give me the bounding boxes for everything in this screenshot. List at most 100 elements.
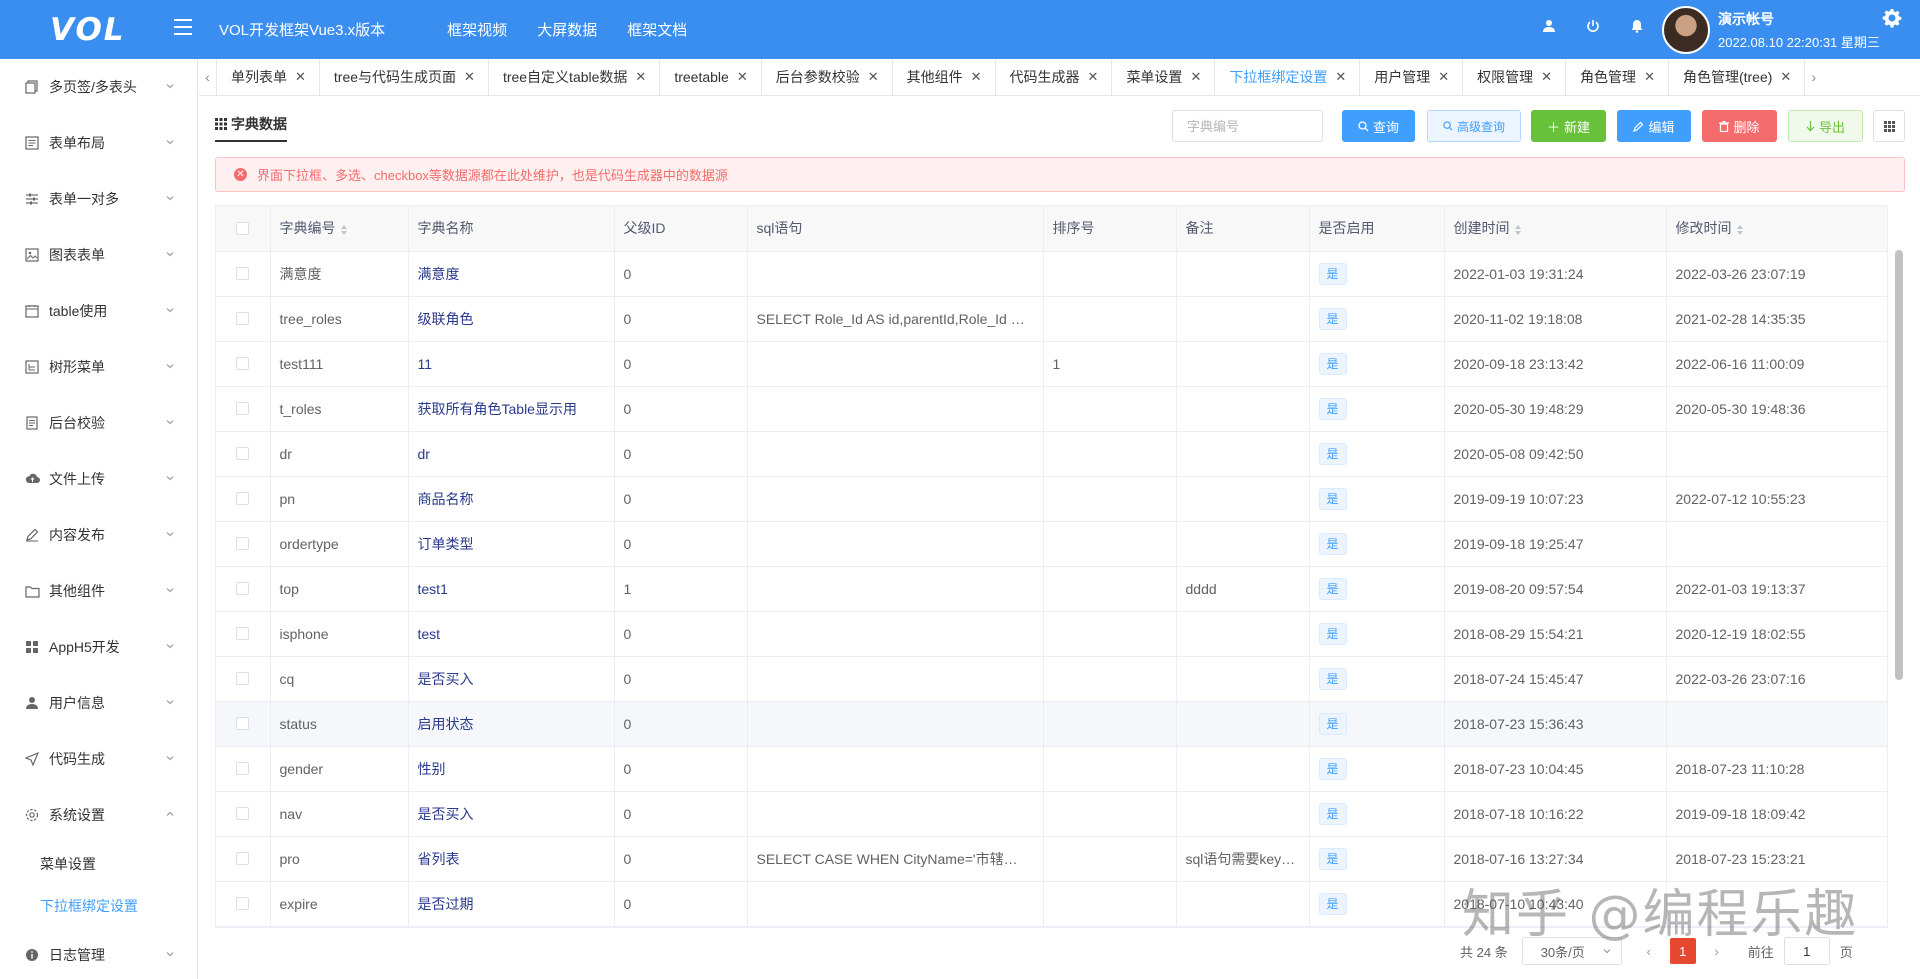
sidebar-item-backend-validation[interactable]: 后台校验 — [0, 395, 197, 451]
table-row[interactable]: top test1 1 dddd 是 2019-08-20 09:57:54 2022-01… — [216, 566, 1887, 612]
sidebar-subitem-dropdown-binding[interactable]: 下拉框绑定设置 — [0, 885, 197, 927]
table-row[interactable]: nav 是否买入 0 是 2018-07-18 10:16:22 2019-09-18 1… — [216, 791, 1887, 837]
sidebar-item-file-upload[interactable]: 文件上传 — [0, 451, 197, 507]
close-icon[interactable]: ✕ — [971, 69, 982, 85]
tab-role-management[interactable]: 角色管理 ✕ — [1566, 59, 1669, 95]
gear-icon[interactable] — [1882, 8, 1902, 31]
next-page-icon[interactable]: › — [1704, 944, 1730, 959]
row-checkbox[interactable] — [236, 402, 250, 415]
power-icon[interactable] — [1585, 18, 1601, 34]
close-icon[interactable]: ✕ — [868, 69, 879, 85]
prev-page-icon[interactable]: ‹ — [1636, 944, 1662, 959]
tab-menu-settings[interactable]: 菜单设置 ✕ — [1112, 59, 1216, 95]
user-icon[interactable] — [1541, 18, 1557, 34]
sidebar-item-content-publish[interactable]: 内容发布 — [0, 507, 197, 563]
tab-treetable[interactable]: treetable ✕ — [660, 59, 762, 95]
sidebar-item-chart-form[interactable]: 图表表单 — [0, 227, 197, 283]
advanced-query-button[interactable]: 高级查询 — [1427, 110, 1521, 142]
table-row[interactable]: pn 商品名称 0 是 2019-09-19 10:07:23 2022-07-12 10… — [216, 476, 1887, 522]
table-row[interactable]: dr dr 0 是 2020-05-08 09:42:50 — [216, 431, 1887, 477]
edit-button[interactable]: 编辑 — [1617, 110, 1691, 142]
dict-code-search-input[interactable] — [1172, 110, 1323, 142]
tab-scroll-left-icon[interactable]: ‹ — [199, 59, 216, 95]
row-checkbox[interactable] — [236, 312, 250, 325]
sidebar-item-tree-menu[interactable]: 树形菜单 — [0, 339, 197, 395]
close-icon[interactable]: ✕ — [1088, 69, 1099, 85]
row-checkbox[interactable] — [236, 267, 250, 280]
sidebar-subitem-menu-settings[interactable]: 菜单设置 — [0, 843, 197, 885]
close-icon[interactable]: ✕ — [464, 69, 475, 85]
row-checkbox[interactable] — [236, 852, 250, 865]
tab-code-generator[interactable]: 代码生成器 ✕ — [996, 59, 1113, 95]
row-checkbox[interactable] — [236, 582, 250, 595]
table-row[interactable]: cq 是否买入 0 是 2018-07-24 15:45:47 2022-03-26 23… — [216, 656, 1887, 702]
row-checkbox[interactable] — [236, 537, 250, 550]
sidebar-item-code-gen[interactable]: 代码生成 — [0, 731, 197, 787]
tab-permission-management[interactable]: 权限管理 ✕ — [1463, 59, 1567, 95]
table-scrollbar[interactable] — [1895, 250, 1903, 680]
table-row[interactable]: 满意度 满意度 0 是 2022-01-03 19:31:24 2022-03-26 23… — [216, 251, 1887, 297]
sidebar-item-multitab[interactable]: 多页签/多表头 — [0, 59, 197, 115]
tab-tree-custom-table[interactable]: tree自定义table数据 ✕ — [489, 59, 661, 95]
select-all-checkbox[interactable] — [236, 221, 250, 235]
tab-dropdown-binding[interactable]: 下拉框绑定设置 ✕ — [1215, 59, 1361, 95]
menu-toggle-icon[interactable] — [174, 19, 192, 35]
page-number-current[interactable]: 1 — [1669, 938, 1696, 964]
sidebar-item-form-layout[interactable]: 表单布局 — [0, 115, 197, 171]
column-header[interactable]: 修改时间 — [1666, 206, 1887, 252]
close-icon[interactable]: ✕ — [1780, 69, 1791, 85]
sort-icon[interactable] — [340, 224, 348, 236]
close-icon[interactable]: ✕ — [635, 69, 646, 85]
table-row[interactable]: isphone test 0 是 2018-08-29 15:54:21 2020-12-… — [216, 611, 1887, 657]
sidebar-item-log-management[interactable]: 日志管理 — [0, 927, 197, 979]
new-button[interactable]: ＋ 新建 — [1531, 110, 1606, 142]
tab-tree-codegen[interactable]: tree与代码生成页面 ✕ — [320, 59, 489, 95]
nav-link-docs[interactable]: 框架文档 — [627, 19, 687, 40]
table-row[interactable]: gender 性别 0 是 2018-07-23 10:04:45 2018-07-23 … — [216, 746, 1887, 792]
goto-page-input[interactable] — [1783, 937, 1830, 965]
close-icon[interactable]: ✕ — [1190, 69, 1201, 85]
bell-icon[interactable] — [1629, 18, 1645, 34]
sidebar-item-system-settings[interactable]: 系统设置 — [0, 787, 197, 843]
row-checkbox[interactable] — [236, 627, 250, 640]
sidebar-item-table-usage[interactable]: table使用 — [0, 283, 197, 339]
tab-role-management-tree[interactable]: 角色管理(tree) ✕ — [1669, 59, 1806, 95]
table-row[interactable]: t_roles 获取所有角色Table显示用 0 是 2020-05-30 19:48:… — [216, 386, 1887, 432]
row-checkbox[interactable] — [236, 762, 250, 775]
user-area[interactable]: 演示帐号 2022.08.10 22:20:31 星期三 — [1662, 6, 1880, 54]
close-icon[interactable]: ✕ — [1438, 69, 1449, 85]
tab-user-management[interactable]: 用户管理 ✕ — [1360, 59, 1464, 95]
sidebar-item-other-components[interactable]: 其他组件 — [0, 563, 197, 619]
page-size-select[interactable]: 30条/页 — [1521, 937, 1622, 965]
tab-scroll-right-icon[interactable]: › — [1805, 59, 1822, 95]
tab-single-form[interactable]: 单列表单 ✕ — [216, 59, 320, 95]
row-checkbox[interactable] — [236, 357, 250, 370]
table-row[interactable]: tree_roles 级联角色 0 SELECT Role_Id AS id,pare… — [216, 296, 1887, 342]
export-button[interactable]: 导出 — [1788, 110, 1863, 142]
close-icon[interactable]: ✕ — [1541, 69, 1552, 85]
avatar[interactable] — [1662, 6, 1710, 54]
tab-other-components[interactable]: 其他组件 ✕ — [893, 59, 996, 95]
close-icon[interactable]: ✕ — [295, 69, 306, 85]
close-icon[interactable]: ✕ — [1335, 69, 1346, 85]
column-header[interactable]: 字典编号 — [270, 206, 409, 252]
sort-icon[interactable] — [1514, 224, 1522, 236]
table-row[interactable]: test111 11 0 1 是 2020-09-18 23:13:42 2022-06-1… — [216, 341, 1887, 387]
sidebar-item-user-info[interactable]: 用户信息 — [0, 675, 197, 731]
row-checkbox[interactable] — [236, 897, 250, 910]
table-row[interactable]: status 启用状态 0 是 2018-07-23 15:36:43 — [216, 701, 1887, 747]
sidebar-item-apph5[interactable]: AppH5开发 — [0, 619, 197, 675]
query-button[interactable]: 查询 — [1342, 110, 1415, 142]
nav-link-video[interactable]: 框架视频 — [447, 19, 507, 40]
nav-link-dashboard[interactable]: 大屏数据 — [537, 19, 597, 40]
row-checkbox[interactable] — [236, 492, 250, 505]
row-checkbox[interactable] — [236, 717, 250, 730]
row-checkbox[interactable] — [236, 672, 250, 685]
close-icon[interactable]: ✕ — [737, 69, 748, 85]
sort-icon[interactable] — [1736, 224, 1744, 236]
row-checkbox[interactable] — [236, 807, 250, 820]
delete-button[interactable]: 删除 — [1702, 110, 1777, 142]
table-row[interactable]: ordertype 订单类型 0 是 2019-09-18 19:25:47 — [216, 521, 1887, 567]
table-row[interactable]: pro 省列表 0 SELECT CASE WHEN CityName='市辖… sql… — [216, 836, 1887, 882]
tab-backend-validation[interactable]: 后台参数校验 ✕ — [762, 59, 893, 95]
